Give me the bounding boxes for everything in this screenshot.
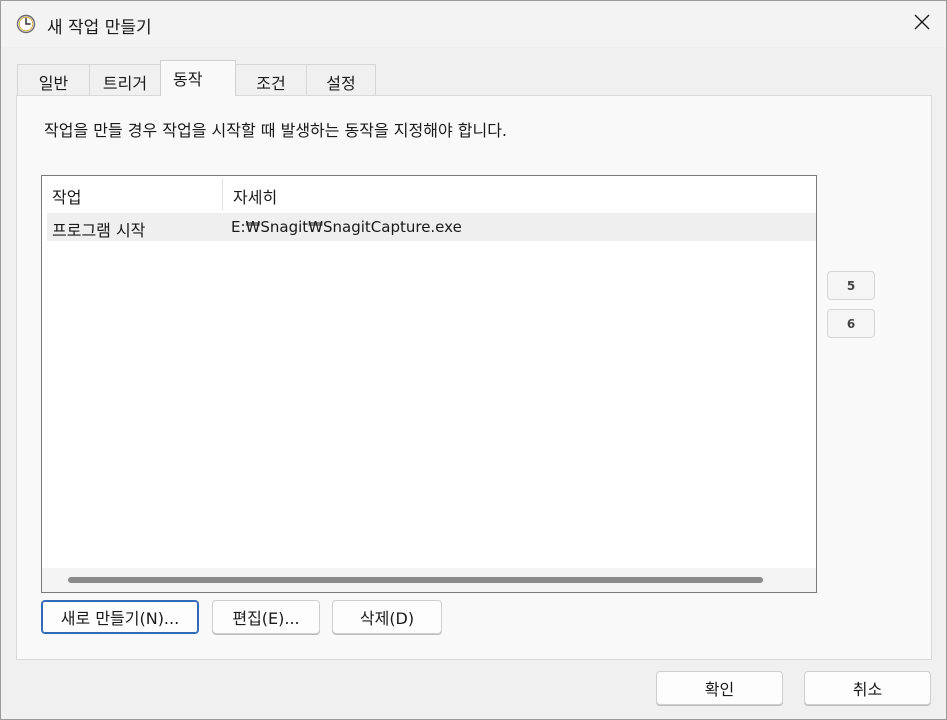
tab-conditions[interactable]: 조건 xyxy=(235,64,307,95)
new-action-label: 새로 만들기(N)... xyxy=(60,609,180,628)
edit-action-button[interactable]: 편집(E)... xyxy=(212,600,320,634)
new-task-dialog: 새 작업 만들기 일반 트리거 동작 조건 설정 작업을 만들 경우 작업을 시… xyxy=(0,0,947,720)
tab-general[interactable]: 일반 xyxy=(17,64,90,95)
actions-tab-panel: 작업을 만들 경우 작업을 시작할 때 발생하는 동작을 지정해야 합니다. 작… xyxy=(16,95,932,660)
table-row[interactable]: 프로그램 시작 E:₩Snagit₩SnagitCapture.exe xyxy=(47,213,816,241)
horizontal-scrollbar[interactable] xyxy=(42,568,816,592)
move-up-label: 5 xyxy=(846,278,856,293)
edit-action-label: 편집(E)... xyxy=(232,609,300,628)
tab-label: 조건 xyxy=(256,74,286,93)
scrollbar-thumb[interactable] xyxy=(68,577,763,583)
tab-label: 일반 xyxy=(38,74,69,93)
panel-description: 작업을 만들 경우 작업을 시작할 때 발생하는 동작을 지정해야 합니다. xyxy=(44,121,508,140)
tab-triggers[interactable]: 트리거 xyxy=(89,64,161,95)
close-button[interactable] xyxy=(898,1,946,47)
row-action-cell: 프로그램 시작 xyxy=(52,221,146,240)
delete-action-button[interactable]: 삭제(D) xyxy=(332,600,442,634)
title-bar[interactable]: 새 작업 만들기 xyxy=(1,1,946,47)
close-icon xyxy=(914,14,930,34)
clock-icon xyxy=(16,14,36,34)
actions-list[interactable]: 작업 자세히 프로그램 시작 E:₩Snagit₩SnagitCapture.e… xyxy=(41,175,817,593)
move-down-button[interactable]: 6 xyxy=(827,309,875,338)
tab-label: 트리거 xyxy=(102,74,148,93)
tab-actions[interactable]: 동작 xyxy=(160,60,236,96)
ok-label: 확인 xyxy=(704,680,735,699)
new-action-button[interactable]: 새로 만들기(N)... xyxy=(41,600,199,634)
column-header-details[interactable]: 자세히 xyxy=(223,176,815,212)
window-title: 새 작업 만들기 xyxy=(47,18,152,38)
delete-action-label: 삭제(D) xyxy=(359,609,415,628)
list-header: 작업 자세히 xyxy=(42,176,816,212)
cancel-label: 취소 xyxy=(852,680,883,699)
ok-button[interactable]: 확인 xyxy=(656,671,783,705)
column-header-action[interactable]: 작업 xyxy=(42,176,222,212)
move-down-label: 6 xyxy=(846,316,856,331)
cancel-button[interactable]: 취소 xyxy=(804,671,931,705)
row-details-cell: E:₩Snagit₩SnagitCapture.exe xyxy=(231,218,462,236)
tab-label: 설정 xyxy=(326,74,356,93)
tab-settings[interactable]: 설정 xyxy=(306,64,376,95)
move-up-button[interactable]: 5 xyxy=(827,271,875,300)
tab-label: 동작 xyxy=(173,70,203,89)
